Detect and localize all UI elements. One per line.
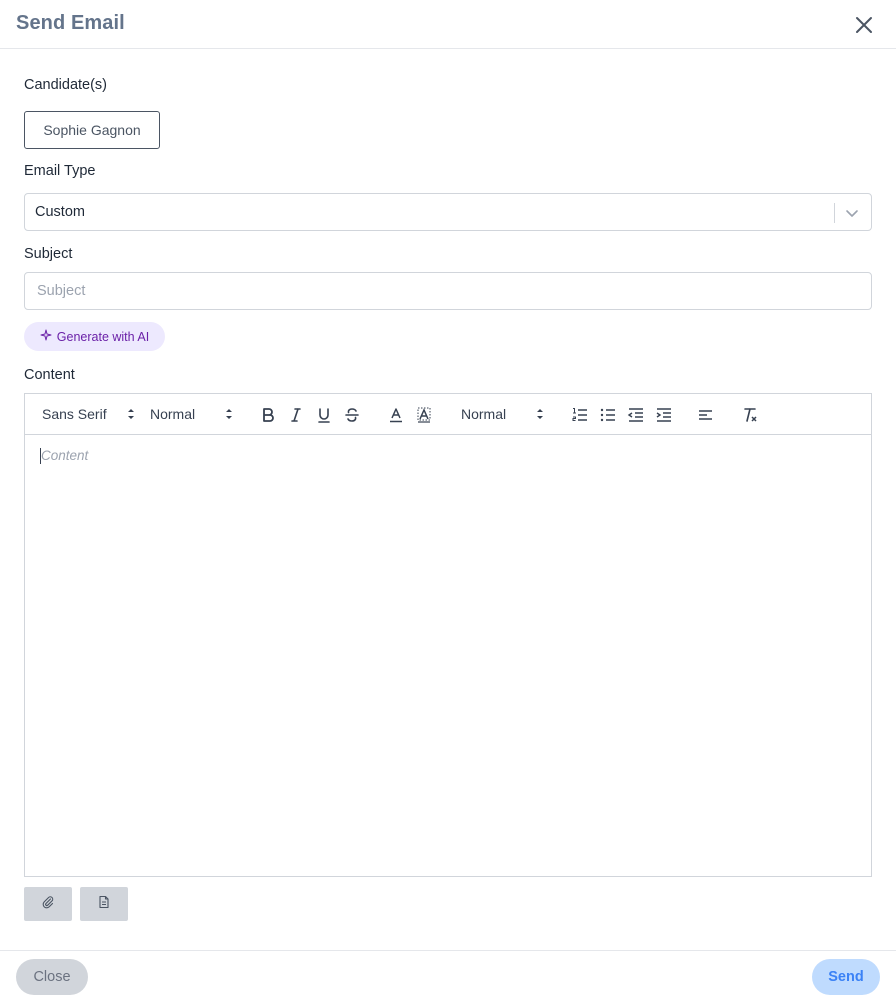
send-button[interactable]: Send — [812, 959, 880, 995]
indent-icon[interactable] — [654, 405, 674, 425]
heading-caret-icon — [536, 407, 544, 421]
underline-icon[interactable] — [314, 405, 334, 425]
outdent-icon[interactable] — [626, 405, 646, 425]
content-editor[interactable]: Content — [24, 434, 872, 877]
subject-input[interactable] — [24, 272, 872, 310]
font-size-caret-icon — [225, 407, 233, 421]
bold-icon[interactable] — [258, 405, 278, 425]
attach-file-button[interactable] — [24, 887, 72, 921]
dialog-title: Send Email — [16, 12, 125, 34]
editor-toolbar: Sans Serif Normal Normal — [24, 393, 872, 435]
generate-with-ai-label: Generate with AI — [56, 329, 150, 344]
select-separator — [834, 203, 835, 223]
close-icon[interactable] — [852, 13, 876, 37]
candidate-chip[interactable]: Sophie Gagnon — [24, 111, 160, 149]
close-button[interactable]: Close — [16, 959, 88, 995]
candidates-label: Candidate(s) — [24, 77, 108, 93]
background-color-icon[interactable] — [414, 405, 434, 425]
clear-format-icon[interactable] — [740, 405, 760, 425]
heading-select[interactable]: Normal — [461, 406, 506, 422]
font-size-select[interactable]: Normal — [150, 406, 195, 422]
dialog-header: Send Email — [0, 0, 896, 49]
paperclip-icon — [41, 895, 55, 914]
email-type-select[interactable]: Custom — [24, 193, 872, 231]
font-family-caret-icon — [127, 407, 135, 421]
content-label: Content — [24, 367, 75, 383]
bullet-list-icon[interactable] — [598, 405, 618, 425]
subject-label: Subject — [24, 246, 73, 262]
align-left-icon[interactable] — [696, 405, 716, 425]
content-placeholder: Content — [41, 448, 89, 463]
document-icon — [97, 895, 111, 914]
ordered-list-icon[interactable] — [570, 405, 590, 425]
font-family-select[interactable]: Sans Serif — [42, 406, 107, 422]
email-type-label: Email Type — [24, 163, 96, 179]
email-type-value: Custom — [35, 204, 85, 220]
chevron-down-icon[interactable] — [843, 204, 861, 222]
dialog-footer: Close Send — [0, 950, 896, 1000]
italic-icon[interactable] — [286, 405, 306, 425]
sparkle-icon — [40, 329, 52, 344]
strikethrough-icon[interactable] — [342, 405, 362, 425]
attach-document-button[interactable] — [80, 887, 128, 921]
generate-with-ai-button[interactable]: Generate with AI — [24, 322, 165, 351]
text-color-icon[interactable] — [386, 405, 406, 425]
